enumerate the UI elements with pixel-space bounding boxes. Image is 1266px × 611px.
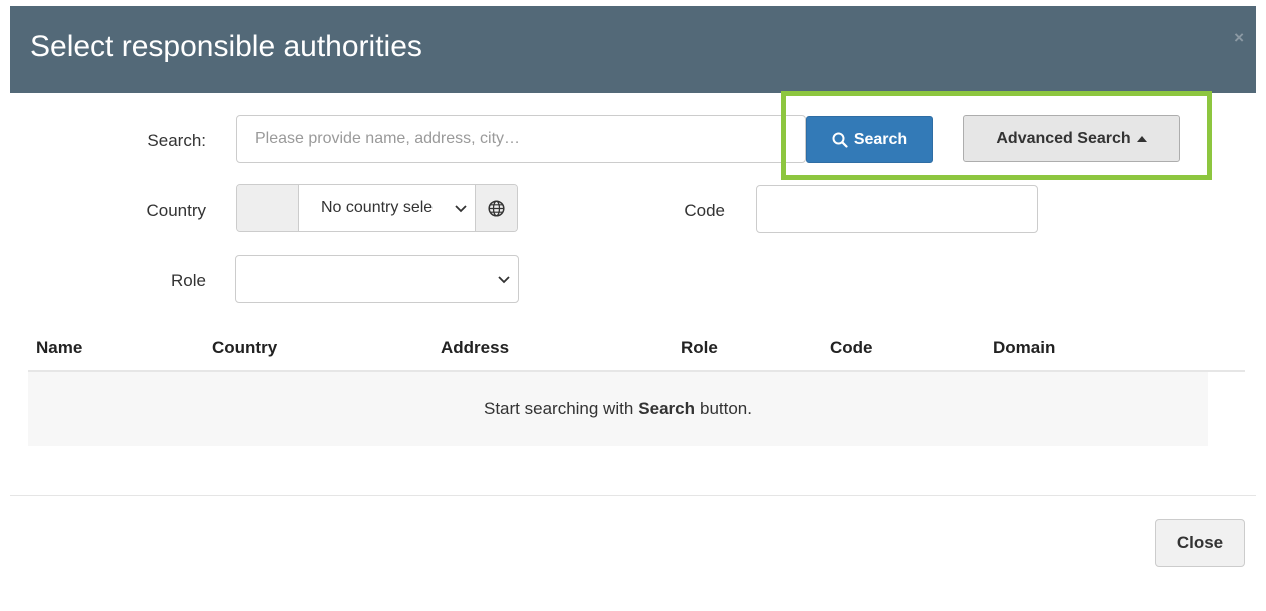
- search-button[interactable]: Search: [806, 116, 933, 163]
- close-button[interactable]: Close: [1155, 519, 1245, 567]
- chevron-down-icon: [498, 276, 510, 284]
- column-header-domain[interactable]: Domain: [993, 338, 1055, 358]
- close-icon[interactable]: ×: [1234, 28, 1244, 48]
- advanced-search-label: Advanced Search: [996, 129, 1131, 147]
- empty-message-bold: Search: [638, 399, 695, 418]
- country-select[interactable]: No country selected: [299, 185, 475, 231]
- empty-message-prefix: Start searching with: [484, 399, 634, 418]
- country-flag: [237, 185, 299, 231]
- code-label: Code: [684, 201, 725, 220]
- search-button-label: Search: [853, 130, 908, 148]
- dialog-title: Select responsible authorities: [30, 30, 422, 63]
- country-select-group: No country selected: [236, 184, 518, 232]
- column-header-role[interactable]: Role: [681, 338, 718, 358]
- globe-button[interactable]: [475, 185, 517, 231]
- role-label: Role: [171, 271, 206, 290]
- footer-divider: [10, 495, 1256, 496]
- column-header-address[interactable]: Address: [441, 338, 509, 358]
- column-header-code[interactable]: Code: [830, 338, 873, 358]
- chevron-down-icon: [455, 205, 467, 213]
- role-select[interactable]: [235, 255, 519, 303]
- caret-up-icon: [1136, 135, 1147, 142]
- column-header-country[interactable]: Country: [212, 338, 277, 358]
- code-input[interactable]: [756, 185, 1038, 233]
- search-input[interactable]: [236, 115, 806, 163]
- empty-message-suffix: button.: [700, 399, 752, 418]
- country-select-value: No country selected: [321, 199, 433, 216]
- search-label: Search:: [147, 131, 206, 150]
- empty-table-message: Start searching with Search button.: [28, 372, 1208, 446]
- dialog-header: Select responsible authorities ×: [10, 6, 1256, 93]
- globe-icon: [488, 199, 505, 217]
- column-header-name[interactable]: Name: [36, 338, 82, 358]
- search-icon: [832, 132, 848, 148]
- advanced-search-button[interactable]: Advanced Search: [963, 115, 1180, 162]
- country-label: Country: [146, 201, 206, 220]
